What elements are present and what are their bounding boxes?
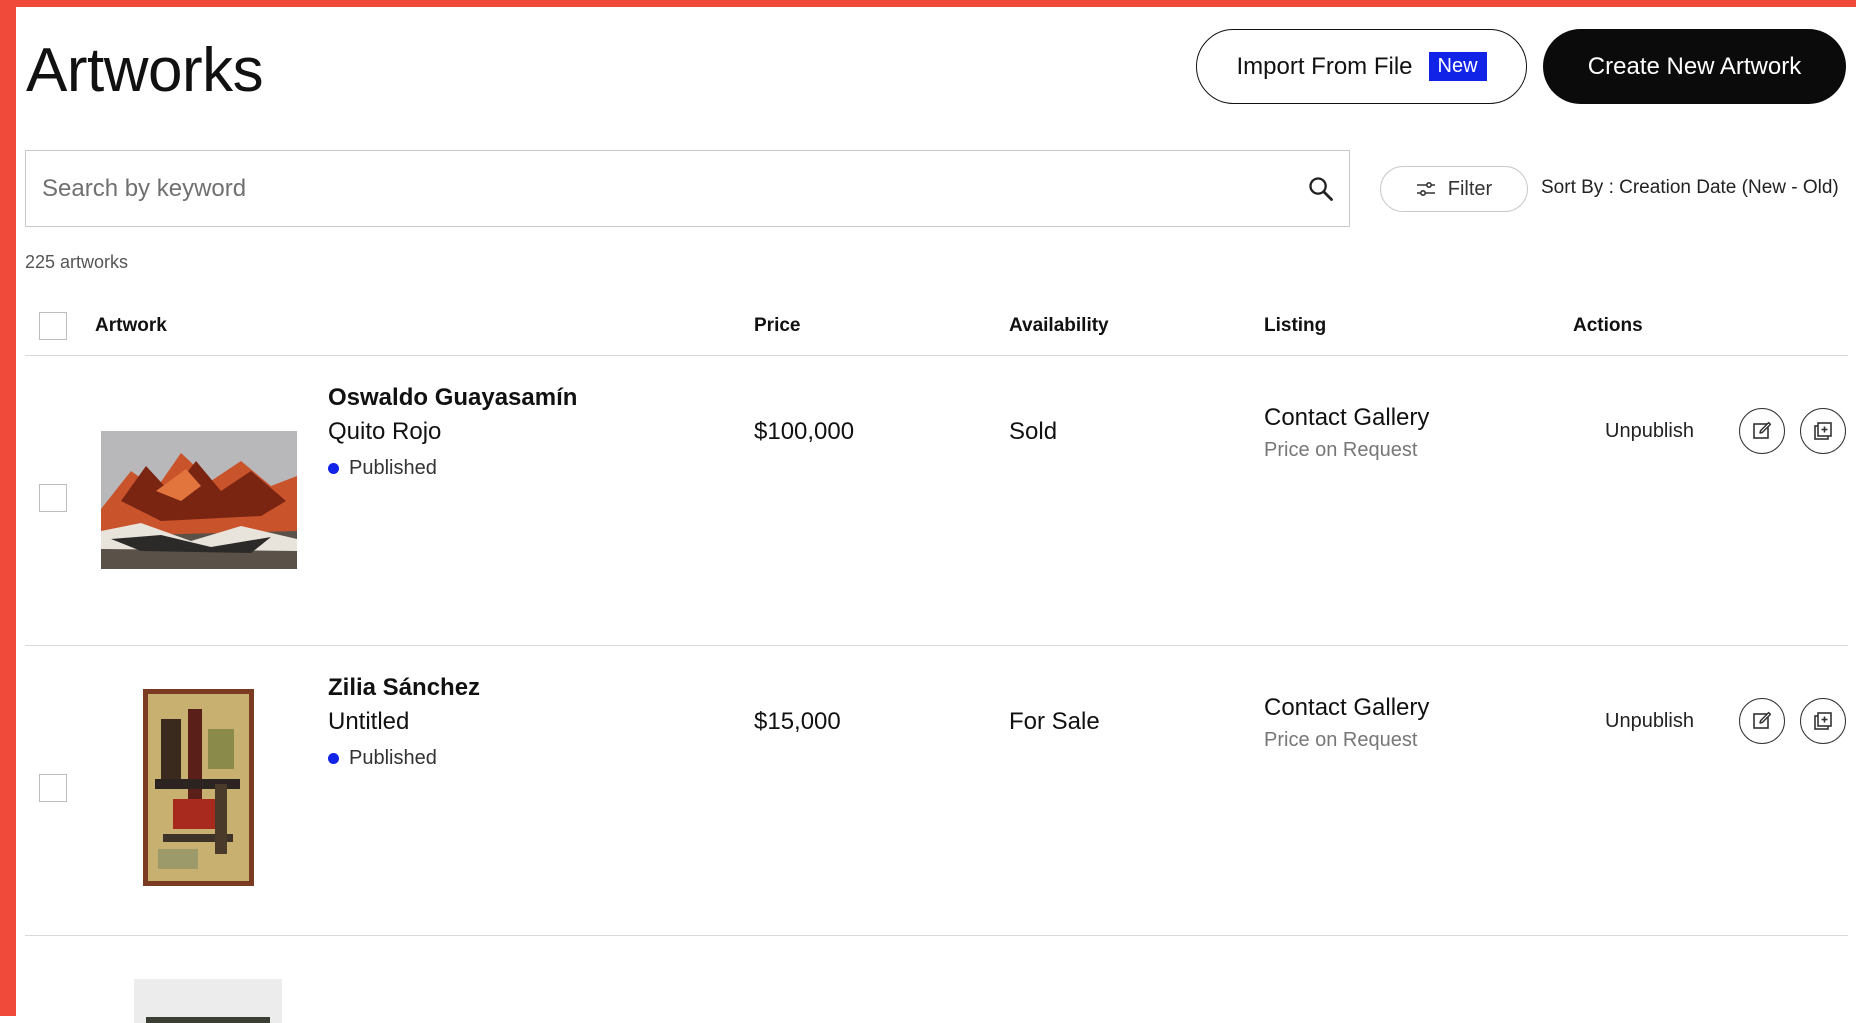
edit-button[interactable] [1739,408,1785,454]
frame-border-left [0,0,16,1016]
listing-type: Contact Gallery [1264,404,1430,431]
status-dot-icon [328,463,339,474]
column-header-artwork: Artwork [95,315,167,336]
listing-price-detail: Price on Request [1264,439,1418,461]
column-header-listing: Listing [1264,315,1327,336]
artwork-count: 225 artworks [25,252,129,272]
unpublish-button[interactable]: Unpublish [1605,710,1694,733]
unpublish-button[interactable]: Unpublish [1605,420,1694,443]
duplicate-button[interactable] [1800,698,1846,744]
artwork-thumbnail[interactable] [134,979,282,1023]
status-label: Published [349,747,437,769]
status-label: Published [349,457,437,479]
availability-value: For Sale [1009,708,1100,735]
sort-by-dropdown[interactable]: Sort By : Creation Date (New - Old) [1541,177,1839,199]
duplicate-icon [1814,422,1832,440]
edit-icon [1753,421,1772,439]
edit-icon [1753,711,1772,729]
artwork-price: $100,000 [754,418,855,445]
row-checkbox[interactable] [39,774,67,802]
artworks-page: Artworks Import From File New Create New… [16,7,1856,1023]
availability-value: Sold [1009,418,1058,445]
table-row: Oswaldo Guayasamín Quito Rojo Published … [25,357,1848,646]
artwork-title: Quito Rojo [328,418,442,445]
artist-name[interactable]: Oswaldo Guayasamín [328,384,577,412]
duplicate-button[interactable] [1800,408,1846,454]
listing-price-detail: Price on Request [1264,729,1418,751]
listing-type: Contact Gallery [1264,694,1430,721]
column-header-actions: Actions [1573,315,1643,336]
row-checkbox[interactable] [39,484,67,512]
filter-button[interactable]: Filter [1380,166,1528,212]
search-box [25,150,1350,227]
edit-button[interactable] [1739,698,1785,744]
status-badge: Published [328,747,437,770]
table-row [25,937,1848,1023]
table-header: Artwork Price Availability Listing Actio… [25,297,1848,356]
search-input[interactable] [26,151,1349,226]
select-all-checkbox[interactable] [39,312,67,340]
search-icon[interactable] [1307,175,1335,203]
status-badge: Published [328,457,437,480]
artist-name[interactable]: Zilia Sánchez [328,674,480,702]
filter-label: Filter [1447,177,1493,200]
artwork-thumbnail[interactable] [101,431,297,569]
artwork-title: Untitled [328,708,410,735]
column-header-availability: Availability [1009,315,1109,336]
page-title: Artworks [26,36,264,105]
import-button-label: Import From File [1236,52,1413,80]
create-new-artwork-button[interactable]: Create New Artwork [1543,29,1846,104]
frame-border-top [0,0,1856,7]
status-dot-icon [328,753,339,764]
artwork-price: $15,000 [754,708,841,735]
column-header-price: Price [754,315,801,336]
artwork-thumbnail[interactable] [143,689,254,886]
table-row: Zilia Sánchez Untitled Published $15,000… [25,647,1848,936]
import-from-file-button[interactable]: Import From File New [1196,29,1527,104]
filter-icon [1416,181,1435,197]
duplicate-icon [1814,712,1832,730]
new-badge: New [1428,52,1487,81]
